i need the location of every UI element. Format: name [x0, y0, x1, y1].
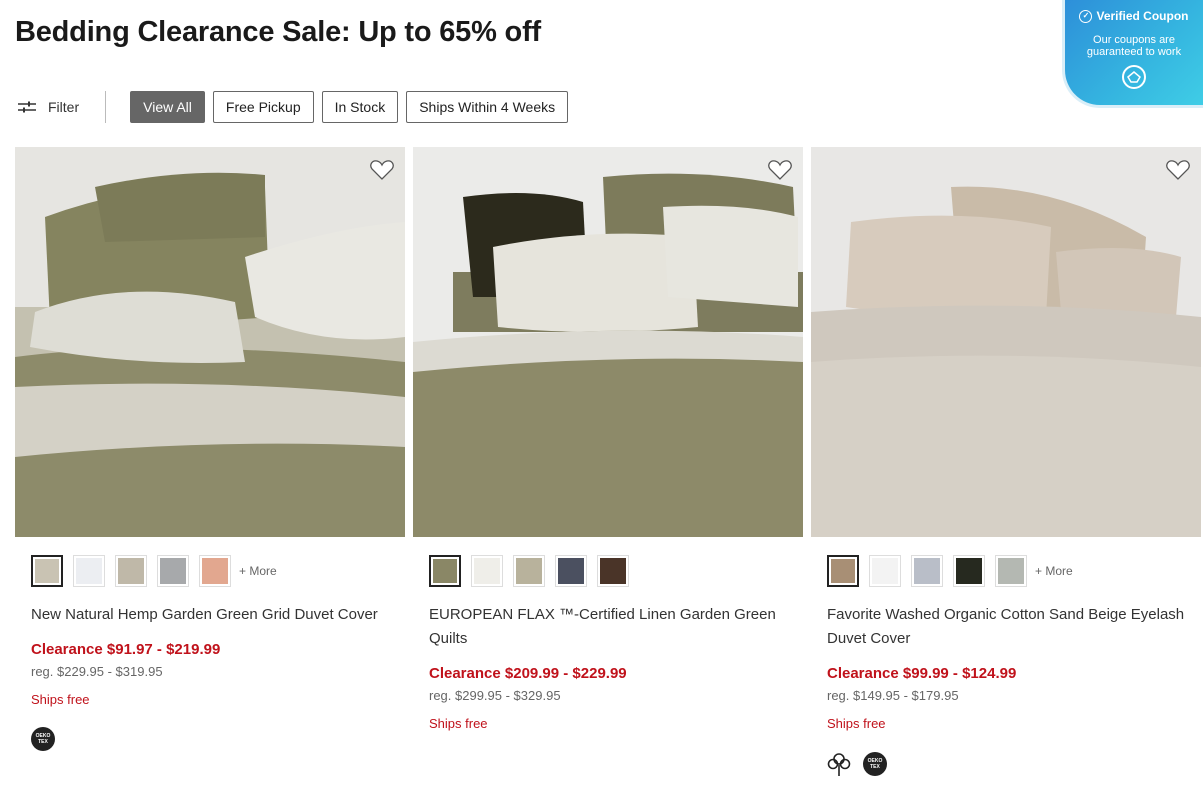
swatch-2[interactable]: [471, 555, 503, 587]
swatch-5[interactable]: [597, 555, 629, 587]
swatch-5[interactable]: [199, 555, 231, 587]
swatch-4[interactable]: [157, 555, 189, 587]
regular-price: reg. $299.95 - $329.95: [429, 688, 561, 703]
swatch-3[interactable]: [911, 555, 943, 587]
swatch-2[interactable]: [73, 555, 105, 587]
product-image[interactable]: [15, 147, 405, 537]
sale-price: Clearance $99.99 - $124.99: [827, 665, 1017, 682]
swatch-3[interactable]: [513, 555, 545, 587]
color-swatches: + More: [31, 555, 405, 587]
swatch-2[interactable]: [869, 555, 901, 587]
chip-in-stock[interactable]: In Stock: [321, 91, 399, 123]
divider: [105, 91, 107, 123]
certification-badges: OEKO TEX: [827, 751, 1201, 777]
product-card: EUROPEAN FLAX ™-Certified Linen Garden G…: [413, 147, 803, 731]
shipping-info: Ships free: [827, 716, 886, 731]
product-image[interactable]: [413, 147, 803, 537]
filter-bar: Filter View All Free Pickup In Stock Shi…: [18, 91, 576, 123]
shipping-info: Ships free: [31, 692, 90, 707]
swatch-5[interactable]: [995, 555, 1027, 587]
filter-button[interactable]: Filter: [18, 91, 105, 123]
swatch-1[interactable]: [429, 555, 461, 587]
product-card: + More New Natural Hemp Garden Green Gri…: [15, 147, 405, 751]
sliders-icon: [18, 101, 36, 113]
product-name[interactable]: New Natural Hemp Garden Green Grid Duvet…: [31, 603, 389, 627]
regular-price: reg. $149.95 - $179.95: [827, 688, 959, 703]
swatch-3[interactable]: [115, 555, 147, 587]
regular-price: reg. $229.95 - $319.95: [31, 664, 163, 679]
coupon-seal-icon: [1122, 65, 1146, 89]
sale-price: Clearance $209.99 - $229.99: [429, 665, 627, 682]
product-name[interactable]: Favorite Washed Organic Cotton Sand Beig…: [827, 603, 1185, 651]
shipping-info: Ships free: [429, 716, 488, 731]
certification-badges: OEKO TEX: [31, 727, 405, 751]
page-title: Bedding Clearance Sale: Up to 65% off: [15, 16, 541, 48]
organic-cotton-icon: [827, 753, 851, 776]
filter-label: Filter: [48, 99, 80, 115]
chip-view-all[interactable]: View All: [130, 91, 205, 123]
coupon-title: Verified Coupon: [1096, 9, 1189, 23]
swatch-1[interactable]: [827, 555, 859, 587]
chip-ships-within-4-weeks[interactable]: Ships Within 4 Weeks: [406, 91, 569, 123]
color-swatches: + More: [827, 555, 1201, 587]
wishlist-heart-icon[interactable]: [1165, 157, 1191, 183]
coupon-subtitle: Our coupons are guaranteed to work: [1086, 34, 1182, 58]
color-swatches: [429, 555, 803, 587]
oeko-tex-icon: OEKO TEX: [31, 727, 55, 751]
check-circle-icon: ✓: [1079, 9, 1093, 23]
product-card: + More Favorite Washed Organic Cotton Sa…: [811, 147, 1201, 777]
wishlist-heart-icon[interactable]: [767, 157, 793, 183]
oeko-tex-icon: OEKO TEX: [863, 752, 887, 776]
product-name[interactable]: EUROPEAN FLAX ™-Certified Linen Garden G…: [429, 603, 787, 651]
swatch-4[interactable]: [555, 555, 587, 587]
swatch-1[interactable]: [31, 555, 63, 587]
verified-coupon-badge[interactable]: ✓ Verified Coupon Our coupons are guaran…: [1062, 0, 1203, 108]
sale-price: Clearance $91.97 - $219.99: [31, 641, 221, 658]
swatch-4[interactable]: [953, 555, 985, 587]
more-swatches-link[interactable]: + More: [239, 564, 277, 578]
more-swatches-link[interactable]: + More: [1035, 564, 1073, 578]
product-image[interactable]: [811, 147, 1201, 537]
chip-free-pickup[interactable]: Free Pickup: [212, 91, 314, 123]
wishlist-heart-icon[interactable]: [369, 157, 395, 183]
